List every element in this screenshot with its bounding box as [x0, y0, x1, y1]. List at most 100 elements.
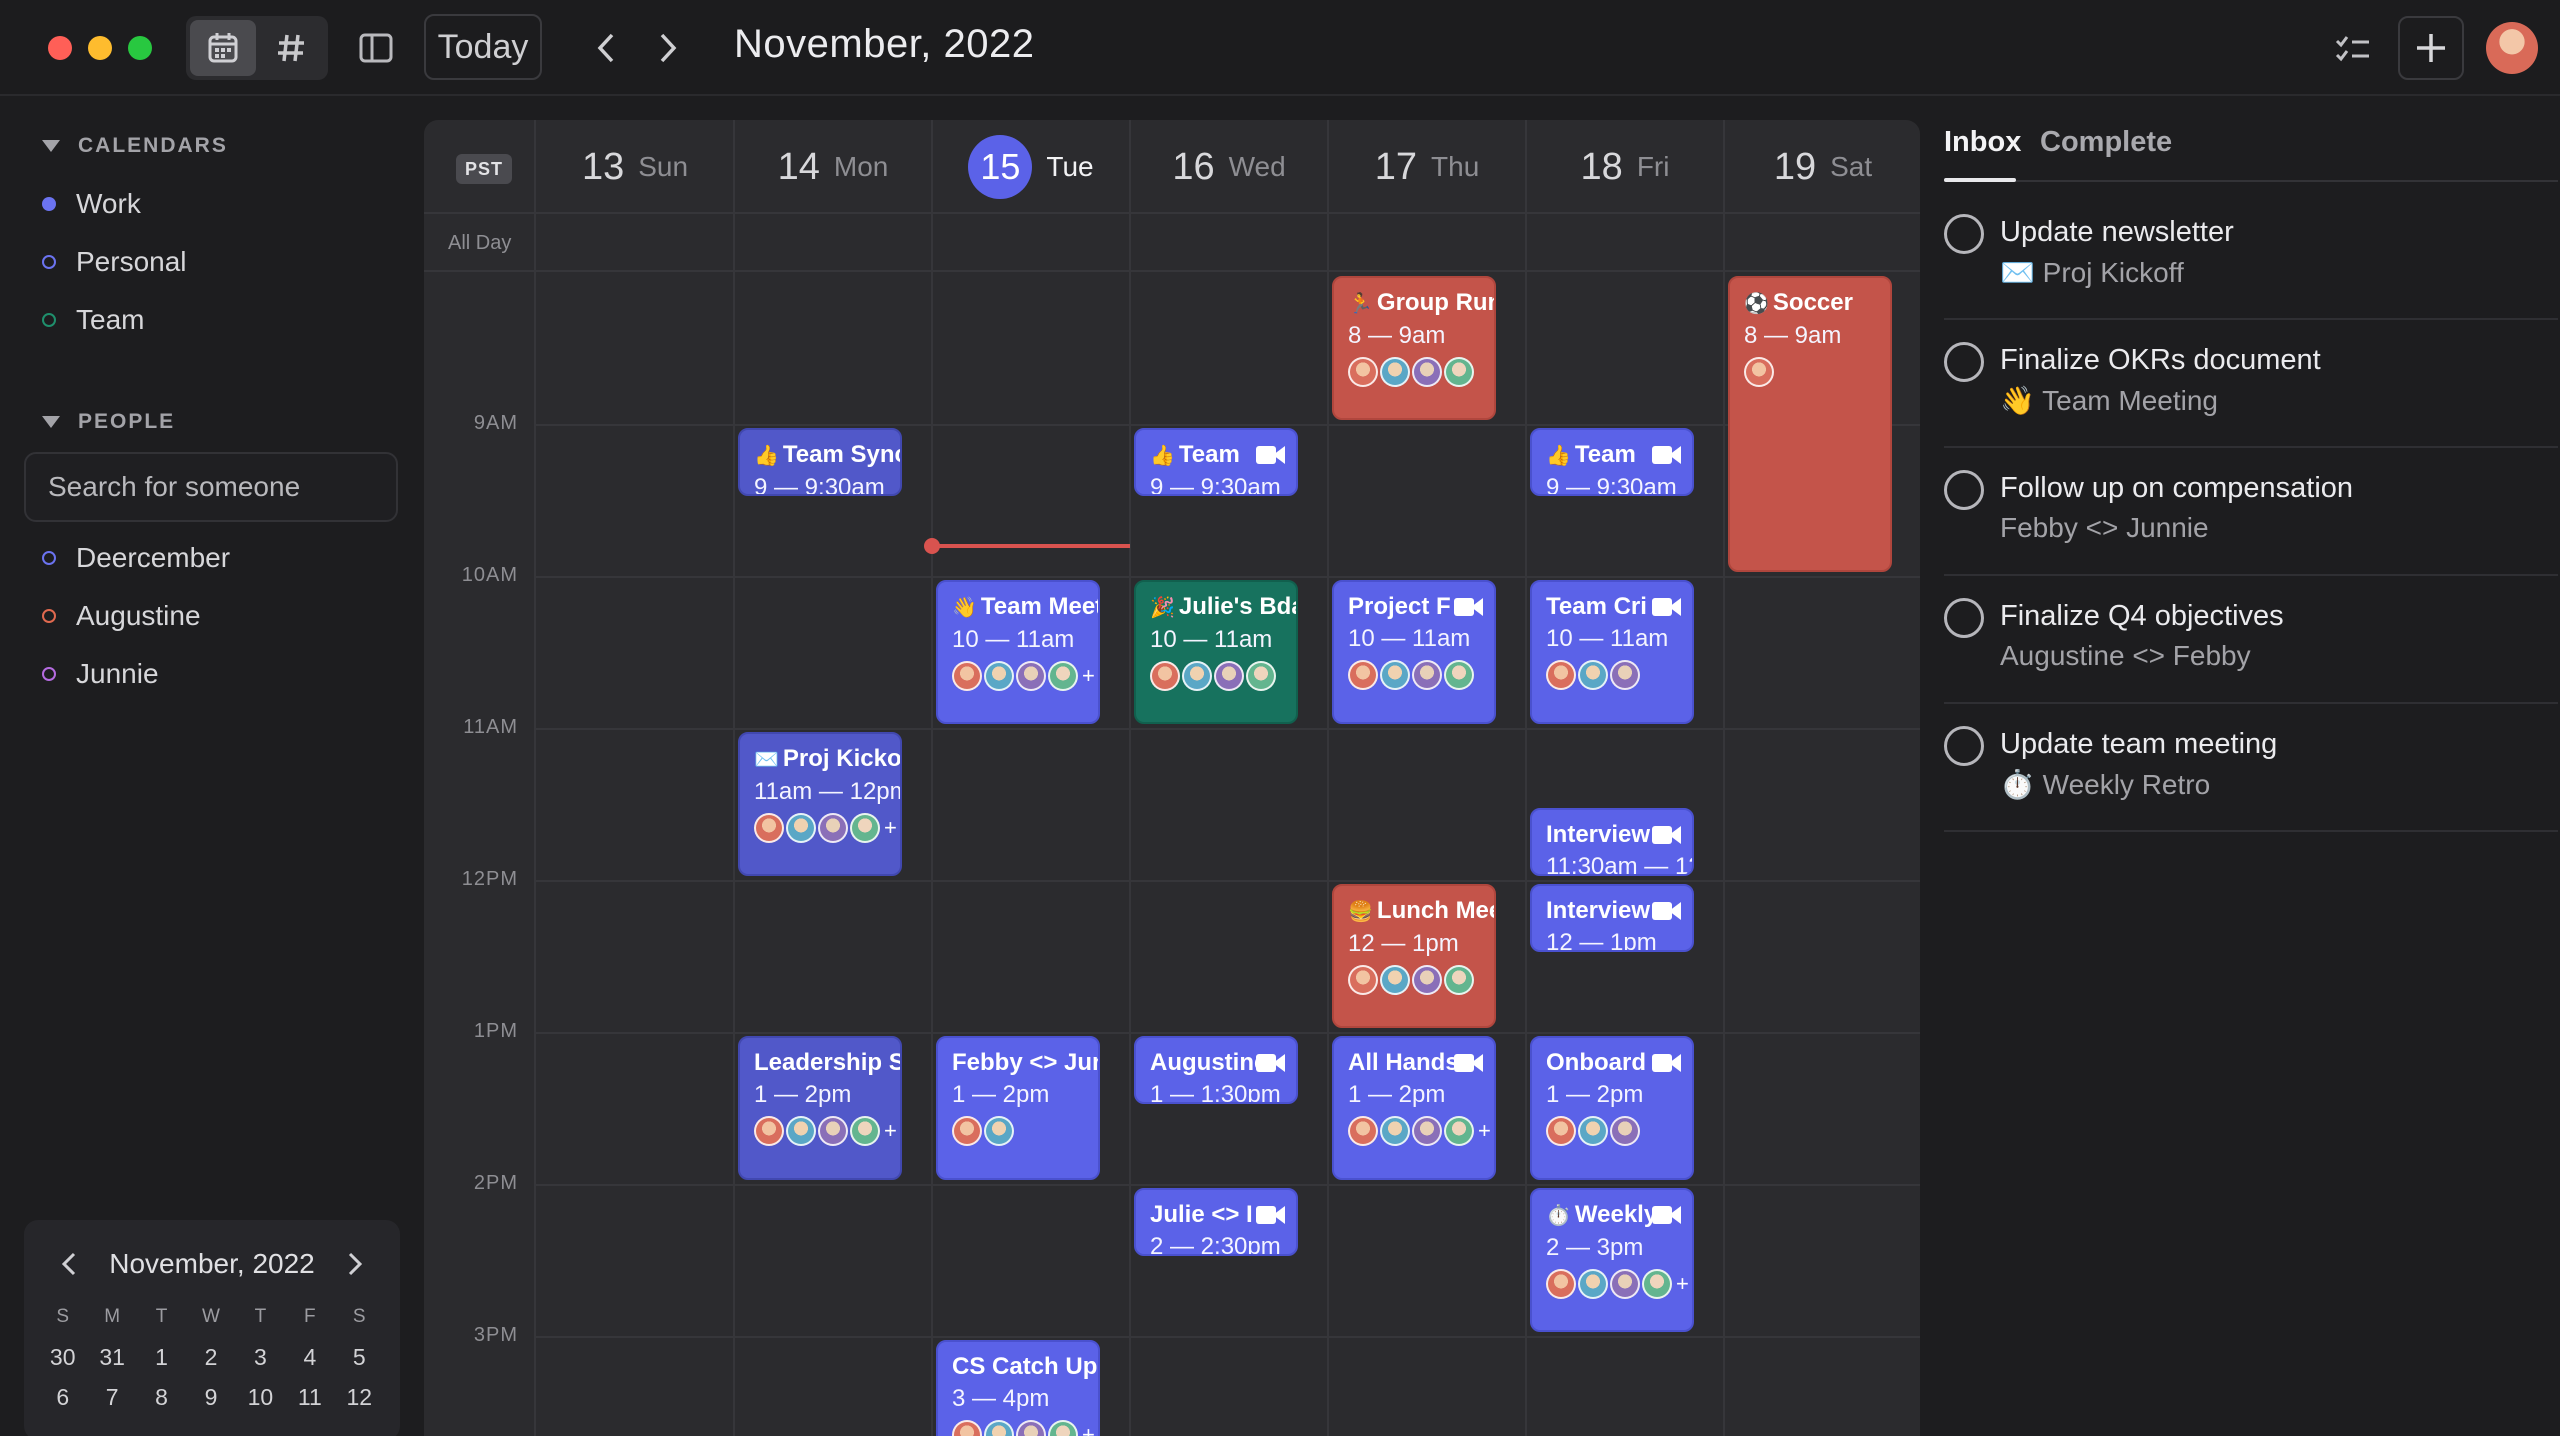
tab-inbox[interactable]: Inbox: [1944, 126, 2021, 159]
video-camera-icon: [1256, 444, 1286, 466]
event-card[interactable]: Interview 12 — 1pm: [1530, 884, 1694, 952]
minimize-window-button[interactable]: [88, 36, 112, 60]
task-item[interactable]: Follow up on compensation Febby <> Junnie: [1944, 448, 2558, 576]
triangle-down-icon: [42, 140, 60, 152]
toggle-sidebar-button[interactable]: [352, 28, 400, 68]
chevron-left-icon[interactable]: [60, 1251, 78, 1277]
task-checkbox[interactable]: [1944, 598, 1984, 638]
event-card[interactable]: ⚽ Soccer 8 — 9am: [1728, 276, 1892, 572]
task-checkbox[interactable]: [1944, 470, 1984, 510]
event-card[interactable]: 🍔Lunch Meeting 12 — 1pm: [1332, 884, 1496, 1028]
event-card[interactable]: 👍 Team 9 — 9:30am: [1530, 428, 1694, 496]
mini-calendar-day[interactable]: 31: [87, 1340, 136, 1374]
task-checkbox[interactable]: [1944, 342, 1984, 382]
mini-calendar-day[interactable]: 1: [137, 1340, 186, 1374]
user-avatar[interactable]: [2486, 22, 2538, 74]
day-header-sat[interactable]: 19 Sat: [1724, 120, 1920, 214]
event-card[interactable]: Julie <> I 2 — 2:30pm: [1134, 1188, 1298, 1256]
event-card[interactable]: Team Cri 10 — 11am: [1530, 580, 1694, 724]
add-event-button[interactable]: [2398, 16, 2464, 80]
event-card[interactable]: Febby <> Junnie 1 — 2pm: [936, 1036, 1100, 1180]
task-item[interactable]: Update team meeting ⏱️ Weekly Retro: [1944, 704, 2558, 832]
day-header-tue[interactable]: 15 Tue: [932, 120, 1130, 214]
day-header-thu[interactable]: 17 Thu: [1328, 120, 1526, 214]
calendar-view-button[interactable]: [190, 20, 256, 76]
task-item[interactable]: Finalize OKRs document 👋 Team Meeting: [1944, 320, 2558, 448]
channels-view-button[interactable]: [258, 20, 324, 76]
checklist-icon: [2335, 36, 2369, 62]
close-window-button[interactable]: [48, 36, 72, 60]
people-section-toggle[interactable]: PEOPLE: [42, 410, 175, 434]
previous-week-button[interactable]: [586, 26, 626, 70]
mini-calendar-day[interactable]: 3: [236, 1340, 285, 1374]
next-week-button[interactable]: [648, 26, 688, 70]
event-title-text: All Hands: [1348, 1049, 1459, 1076]
tasks-toggle-button[interactable]: [2330, 26, 2376, 72]
event-time: 2 — 3pm: [1546, 1234, 1644, 1261]
event-time: 10 — 11am: [1150, 626, 1273, 653]
event-card[interactable]: ⏱️ Weekly 2 — 3pm +: [1530, 1188, 1694, 1332]
event-card[interactable]: 👋Team Meeting 10 — 11am +: [936, 580, 1100, 724]
tab-complete[interactable]: Complete: [2040, 126, 2172, 159]
event-time: 8 — 9am: [1744, 322, 1842, 349]
mini-calendar-day[interactable]: 2: [186, 1340, 235, 1374]
event-card[interactable]: 👍 Team 9 — 9:30am: [1134, 428, 1298, 496]
person-item-junnie[interactable]: Junnie: [42, 658, 159, 690]
mini-calendar-day[interactable]: 4: [285, 1340, 334, 1374]
event-card[interactable]: All Hands 1 — 2pm +: [1332, 1036, 1496, 1180]
person-item-augustine[interactable]: Augustine: [42, 600, 201, 632]
chevron-right-icon[interactable]: [346, 1251, 364, 1277]
mini-calendar-day[interactable]: 6: [38, 1380, 87, 1414]
task-title: Update newsletter: [2000, 216, 2234, 248]
mini-calendar-day[interactable]: 12: [335, 1380, 384, 1414]
event-card[interactable]: 👍 Team Sync 9 — 9:30am: [738, 428, 902, 496]
mini-calendar-day[interactable]: 11: [285, 1380, 334, 1414]
mini-calendar-day[interactable]: 9: [186, 1380, 235, 1414]
event-card[interactable]: Leadership Sync 1 — 2pm +: [738, 1036, 902, 1180]
event-card[interactable]: CS Catch Up 3 — 4pm +: [936, 1340, 1100, 1436]
attendee-avatar: [1610, 1116, 1640, 1146]
person-color-dot: [42, 609, 56, 623]
event-title-text: Soccer: [1772, 289, 1853, 316]
people-search-input[interactable]: Search for someone: [24, 452, 398, 522]
timezone-badge[interactable]: PST: [456, 154, 512, 184]
person-item-deercember[interactable]: Deercember: [42, 542, 230, 574]
mini-calendar-day[interactable]: 10: [236, 1380, 285, 1414]
mini-calendar-day[interactable]: 8: [137, 1380, 186, 1414]
sidebar-item-personal[interactable]: Personal: [42, 246, 187, 278]
task-checkbox[interactable]: [1944, 726, 1984, 766]
day-header-fri[interactable]: 18 Fri: [1526, 120, 1724, 214]
all-day-row[interactable]: [424, 214, 1920, 272]
mini-calendar-day[interactable]: 5: [335, 1340, 384, 1374]
event-card[interactable]: 🏃 Group Run 8 — 9am: [1332, 276, 1496, 420]
today-button[interactable]: Today: [424, 14, 542, 80]
calendars-section-toggle[interactable]: CALENDARS: [42, 134, 228, 158]
event-card[interactable]: Onboard 1 — 2pm: [1530, 1036, 1694, 1180]
event-card[interactable]: Augustine 1 — 1:30pm: [1134, 1036, 1298, 1104]
event-card[interactable]: Project F 10 — 11am: [1332, 580, 1496, 724]
event-title: 🍔Lunch Meeting: [1348, 896, 1494, 927]
day-header-mon[interactable]: 14 Mon: [734, 120, 932, 214]
task-item[interactable]: Finalize Q4 objectives Augustine <> Febby: [1944, 576, 2558, 704]
event-title-text: Augustine: [1150, 1049, 1268, 1076]
event-emoji: 🏃: [1348, 293, 1373, 315]
day-header-sun[interactable]: 13 Sun: [536, 120, 734, 214]
task-item[interactable]: Update newsletter ✉️ Proj Kickoff: [1944, 192, 2558, 320]
event-card[interactable]: 🎉Julie's Bday 10 — 11am: [1134, 580, 1298, 724]
maximize-window-button[interactable]: [128, 36, 152, 60]
weekday-header: M: [104, 1306, 121, 1327]
sidebar-item-work[interactable]: Work: [42, 188, 141, 220]
mini-calendar-day[interactable]: 7: [87, 1380, 136, 1414]
time-label: 12PM: [461, 868, 518, 890]
event-card[interactable]: Interview 11:30am — 12pm: [1530, 808, 1694, 876]
task-title: Follow up on compensation: [2000, 472, 2354, 504]
day-header-wed[interactable]: 16 Wed: [1130, 120, 1328, 214]
event-card[interactable]: ✉️Proj Kickoff 11am — 12pm +: [738, 732, 902, 876]
task-checkbox[interactable]: [1944, 214, 1984, 254]
sidebar-item-team[interactable]: Team: [42, 304, 144, 336]
video-camera-lens: [1273, 1206, 1285, 1224]
event-time: 9 — 9:30am: [754, 474, 885, 496]
event-time: 1 — 2pm: [952, 1081, 1050, 1108]
attendee-avatar: [1380, 660, 1410, 690]
mini-calendar-day[interactable]: 30: [38, 1340, 87, 1374]
